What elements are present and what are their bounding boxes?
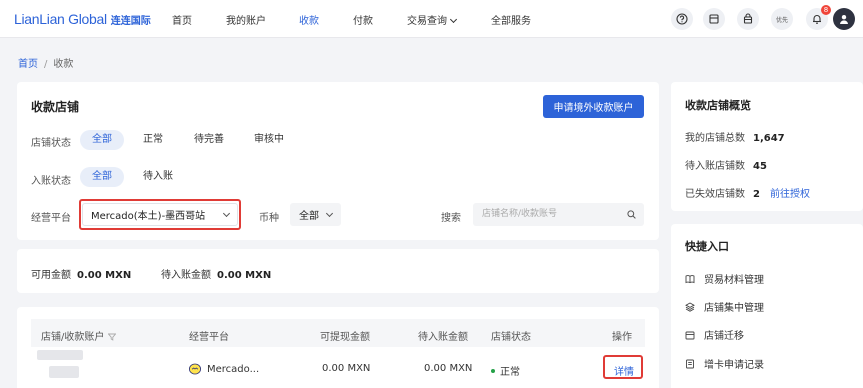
stat-pending-label: 待入账店铺数 <box>685 161 745 172</box>
search-placeholder: 店铺名称/收款账号 <box>482 209 558 219</box>
breadcrumb: 首页 / 收款 <box>18 55 73 70</box>
breadcrumb-home[interactable]: 首页 <box>18 59 38 70</box>
entry-status-label: 入账状态 <box>31 176 71 187</box>
user-icon <box>840 15 848 24</box>
quick-entry-title: 快捷入口 <box>685 240 729 253</box>
stat-expired-stores: 已失效店铺数 2 前往授权 <box>685 185 810 200</box>
stat-expired-label: 已失效店铺数 <box>685 189 745 200</box>
nav-pay[interactable]: 付款 <box>353 12 373 27</box>
currency-select-value: 全部 <box>299 211 319 222</box>
col-store-account: 店铺/收款账户 <box>41 328 117 343</box>
row-platform: Mercado... <box>189 363 259 375</box>
wallet-button[interactable] <box>703 8 725 30</box>
top-navigation: LianLian Global 连连国际 首页 我的账户 收款 付款 交易查询 … <box>0 0 863 38</box>
filter-icon[interactable] <box>107 333 117 341</box>
stat-total-stores: 我的店铺总数 1,647 <box>685 129 785 144</box>
overview-title: 收款店铺概览 <box>685 99 751 112</box>
search-input[interactable]: 店铺名称/收款账号 <box>473 203 644 226</box>
available-amount-label: 可用金额 <box>31 270 71 281</box>
redacted-account <box>49 366 79 378</box>
brand-logo[interactable]: LianLian Global 连连国际 <box>14 11 151 27</box>
available-amount: 可用金额 0.00 MXN <box>31 266 131 281</box>
col-store-account-label: 店铺/收款账户 <box>41 332 105 343</box>
quick-item-trade-materials[interactable]: 贸易材料管理 <box>685 271 764 286</box>
available-amount-value: 0.00 MXN <box>77 270 132 281</box>
vip-button[interactable]: 优先 <box>771 8 793 30</box>
stat-total-label: 我的店铺总数 <box>685 133 745 144</box>
store-status-incomplete[interactable]: 待完善 <box>182 130 236 150</box>
chevron-down-icon <box>449 15 458 24</box>
store-panel-title: 收款店铺 <box>31 100 80 114</box>
quick-item-store-management[interactable]: 店铺集中管理 <box>685 299 764 314</box>
question-circle-icon <box>676 13 688 25</box>
store-icon <box>685 331 695 339</box>
quick-item-store-migration[interactable]: 店铺迁移 <box>685 327 744 342</box>
col-status: 店铺状态 <box>491 332 531 343</box>
platform-highlight-box <box>79 199 241 230</box>
currency-select[interactable]: 全部 <box>290 203 341 226</box>
breadcrumb-separator: / <box>44 59 48 70</box>
redacted-store-name <box>37 350 83 360</box>
nav-my-account[interactable]: 我的账户 <box>226 12 266 27</box>
brand-name-cn: 连连国际 <box>110 16 151 27</box>
col-actions: 操作 <box>612 332 632 343</box>
row-platform-label: Mercado... <box>207 364 260 375</box>
mercado-logo-icon <box>189 363 201 375</box>
nav-receive[interactable]: 收款 <box>299 12 319 27</box>
store-status-normal[interactable]: 正常 <box>131 130 175 150</box>
brand-name-en: LianLian Global <box>14 11 107 27</box>
quick-item-label: 贸易材料管理 <box>704 275 764 286</box>
chevron-down-icon <box>325 209 334 218</box>
doc-icon <box>686 359 694 368</box>
row-withdrawable: 0.00 MXN <box>322 363 371 374</box>
row-status: 正常 <box>491 363 520 378</box>
vip-label: 优先 <box>775 16 788 24</box>
help-button[interactable] <box>671 8 693 30</box>
breadcrumb-current: 收款 <box>53 59 74 70</box>
status-dot <box>491 369 495 373</box>
layers-icon <box>685 301 695 312</box>
book-icon <box>685 274 695 283</box>
stat-total-value: 1,647 <box>753 133 785 144</box>
stat-pending-stores: 待入账店铺数 45 <box>685 157 767 172</box>
stat-expired-value: 2 <box>753 189 760 200</box>
pending-amount-label: 待入账金额 <box>161 270 211 281</box>
col-platform: 经营平台 <box>189 332 229 343</box>
quick-item-label: 增卡申请记录 <box>704 360 764 371</box>
store-status-reviewing[interactable]: 审核中 <box>242 130 296 150</box>
avatar[interactable] <box>833 8 855 30</box>
platform-label: 经营平台 <box>31 213 71 224</box>
quick-item-card-application-records[interactable]: 增卡申请记录 <box>685 356 764 371</box>
wallet-icon <box>709 14 719 24</box>
currency-label: 币种 <box>259 213 279 224</box>
stat-pending-value: 45 <box>753 161 767 172</box>
notification-badge: 8 <box>821 5 831 15</box>
pending-amount-value: 0.00 MXN <box>217 270 272 281</box>
entry-status-pending[interactable]: 待入账 <box>131 167 185 187</box>
search-label: 搜索 <box>441 213 461 224</box>
pending-amount: 待入账金额 0.00 MXN <box>161 266 271 281</box>
notification-button[interactable]: 8 <box>806 5 831 30</box>
nav-home[interactable]: 首页 <box>172 12 192 27</box>
row-pending: 0.00 MXN <box>424 363 473 374</box>
nav-transactions[interactable]: 交易查询 <box>407 12 458 27</box>
bell-icon <box>813 15 821 24</box>
quick-item-label: 店铺迁移 <box>704 331 744 342</box>
apply-overseas-account-button[interactable]: 申请境外收款账户 <box>543 95 644 118</box>
entry-status-all[interactable]: 全部 <box>80 167 124 187</box>
authorize-link[interactable]: 前往授权 <box>770 189 810 200</box>
row-status-label: 正常 <box>500 367 520 378</box>
store-status-all[interactable]: 全部 <box>80 130 124 150</box>
shop-icon <box>743 13 753 24</box>
shop-button[interactable] <box>737 8 759 30</box>
store-status-label: 店铺状态 <box>31 138 71 149</box>
nav-all-services[interactable]: 全部服务 <box>491 12 531 27</box>
detail-highlight-box <box>603 355 643 379</box>
quick-item-label: 店铺集中管理 <box>704 303 764 314</box>
nav-transactions-label: 交易查询 <box>407 16 447 27</box>
col-withdrawable: 可提现金额 <box>320 332 370 343</box>
search-icon <box>627 210 636 219</box>
col-pending: 待入账金额 <box>418 332 468 343</box>
